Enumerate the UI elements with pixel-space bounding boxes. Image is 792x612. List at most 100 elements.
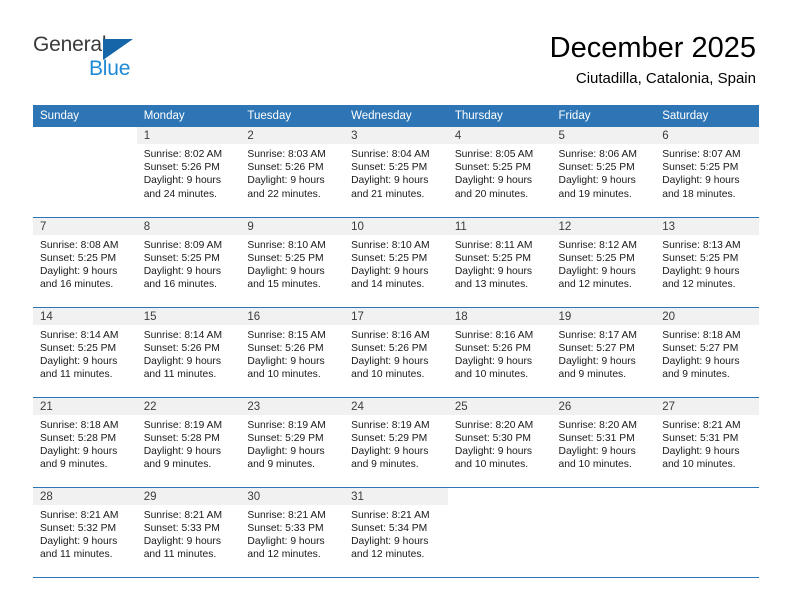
daylight-text-line2: and 20 minutes. bbox=[454, 188, 529, 200]
daylight-text-line1: Daylight: 9 hours bbox=[558, 175, 636, 187]
sunset-text: Sunset: 5:26 PM bbox=[143, 162, 220, 174]
calendar-week-row: 7 Sunrise: 8:08 AM Sunset: 5:25 PM Daylight… bbox=[33, 217, 759, 308]
calendar-day-cell[interactable]: 27 Sunrise: 8:21 AM Sunset: 5:31 PM Dayligh… bbox=[655, 397, 759, 488]
calendar-day-cell[interactable]: 3 Sunrise: 8:04 AM Sunset: 5:25 PM Daylight… bbox=[344, 127, 448, 218]
daylight-text-line2: and 9 minutes. bbox=[247, 459, 315, 471]
calendar-day-cell[interactable]: 17 Sunrise: 8:16 AM Sunset: 5:26 PM Dayligh… bbox=[344, 307, 448, 398]
calendar-day-cell[interactable]: 26 Sunrise: 8:20 AM Sunset: 5:31 PM Dayligh… bbox=[551, 397, 656, 488]
day-number: 11 bbox=[447, 217, 552, 235]
sunset-text: Sunset: 5:25 PM bbox=[662, 252, 739, 264]
calendar-day-cell[interactable]: 13 Sunrise: 8:13 AM Sunset: 5:25 PM Dayligh… bbox=[655, 217, 759, 308]
calendar-day-cell[interactable]: 11 Sunrise: 8:11 AM Sunset: 5:25 PM Dayligh… bbox=[447, 217, 552, 308]
sunset-text: Sunset: 5:28 PM bbox=[143, 432, 220, 444]
day-number: 24 bbox=[344, 397, 448, 415]
calendar-day-cell[interactable]: 25 Sunrise: 8:20 AM Sunset: 5:30 PM Dayligh… bbox=[447, 397, 552, 488]
day-details: Sunrise: 8:05 AM Sunset: 5:25 PM Daylight:… bbox=[448, 144, 552, 201]
calendar-day-cell[interactable]: 19 Sunrise: 8:17 AM Sunset: 5:27 PM Dayligh… bbox=[551, 307, 656, 398]
calendar-day-cell[interactable]: 4 Sunrise: 8:05 AM Sunset: 5:25 PM Daylight… bbox=[447, 127, 552, 218]
calendar-cell-empty bbox=[551, 487, 656, 578]
day-number: 27 bbox=[655, 397, 759, 415]
sunrise-text: Sunrise: 8:15 AM bbox=[247, 329, 326, 341]
sunset-text: Sunset: 5:29 PM bbox=[351, 432, 428, 444]
day-details: Sunrise: 8:12 AM Sunset: 5:25 PM Daylight:… bbox=[552, 235, 656, 292]
sunset-text: Sunset: 5:25 PM bbox=[247, 252, 324, 264]
calendar-day-cell[interactable]: 6 Sunrise: 8:07 AM Sunset: 5:25 PM Daylight… bbox=[655, 127, 759, 218]
calendar-day-cell[interactable]: 12 Sunrise: 8:12 AM Sunset: 5:25 PM Dayligh… bbox=[551, 217, 656, 308]
calendar-week-row: 21 Sunrise: 8:18 AM Sunset: 5:28 PM Dayligh… bbox=[33, 397, 759, 488]
calendar-day-cell[interactable]: 15 Sunrise: 8:14 AM Sunset: 5:26 PM Dayligh… bbox=[136, 307, 241, 398]
day-details: Sunrise: 8:13 AM Sunset: 5:25 PM Daylight:… bbox=[655, 235, 759, 292]
calendar-day-cell[interactable]: 9 Sunrise: 8:10 AM Sunset: 5:25 PM Daylight… bbox=[240, 217, 345, 308]
calendar-day-cell[interactable]: 30 Sunrise: 8:21 AM Sunset: 5:33 PM Dayligh… bbox=[240, 487, 345, 578]
sunrise-text: Sunrise: 8:21 AM bbox=[351, 509, 430, 521]
sunset-text: Sunset: 5:25 PM bbox=[351, 162, 428, 174]
day-details: Sunrise: 8:07 AM Sunset: 5:25 PM Daylight:… bbox=[655, 144, 759, 201]
day-details: Sunrise: 8:16 AM Sunset: 5:26 PM Daylight:… bbox=[344, 325, 448, 382]
calendar-day-cell[interactable]: 5 Sunrise: 8:06 AM Sunset: 5:25 PM Daylight… bbox=[551, 127, 656, 218]
day-details: Sunrise: 8:14 AM Sunset: 5:26 PM Daylight:… bbox=[137, 325, 241, 382]
calendar-day-cell[interactable]: 22 Sunrise: 8:19 AM Sunset: 5:28 PM Dayligh… bbox=[136, 397, 241, 488]
daylight-text-line2: and 11 minutes. bbox=[40, 369, 113, 381]
daylight-text-line1: Daylight: 9 hours bbox=[454, 445, 533, 457]
day-number: 30 bbox=[240, 487, 345, 505]
weekday-header-thursday: Thursday bbox=[447, 105, 552, 127]
calendar-day-cell[interactable]: 8 Sunrise: 8:09 AM Sunset: 5:25 PM Daylight… bbox=[136, 217, 241, 308]
sunset-text: Sunset: 5:31 PM bbox=[558, 432, 635, 444]
daylight-text-line2: and 9 minutes. bbox=[351, 459, 419, 471]
calendar-day-cell[interactable]: 16 Sunrise: 8:15 AM Sunset: 5:26 PM Dayligh… bbox=[240, 307, 345, 398]
day-number: 18 bbox=[447, 307, 552, 325]
calendar-day-cell[interactable]: 10 Sunrise: 8:10 AM Sunset: 5:25 PM Dayligh… bbox=[344, 217, 448, 308]
sunrise-text: Sunrise: 8:09 AM bbox=[143, 239, 223, 251]
calendar-day-cell[interactable]: 14 Sunrise: 8:14 AM Sunset: 5:25 PM Dayligh… bbox=[33, 307, 137, 398]
calendar-day-cell[interactable]: 21 Sunrise: 8:18 AM Sunset: 5:28 PM Dayligh… bbox=[33, 397, 137, 488]
calendar-day-cell[interactable]: 29 Sunrise: 8:21 AM Sunset: 5:33 PM Dayligh… bbox=[136, 487, 241, 578]
day-number: 6 bbox=[655, 127, 759, 144]
sunset-text: Sunset: 5:26 PM bbox=[454, 342, 531, 354]
calendar-day-cell[interactable]: 31 Sunrise: 8:21 AM Sunset: 5:34 PM Dayligh… bbox=[344, 487, 448, 578]
calendar-day-cell[interactable]: 2 Sunrise: 8:03 AM Sunset: 5:26 PM Daylight… bbox=[240, 127, 345, 218]
day-details: Sunrise: 8:09 AM Sunset: 5:25 PM Daylight:… bbox=[137, 235, 241, 292]
daylight-text-line2: and 12 minutes. bbox=[662, 279, 736, 291]
day-details: Sunrise: 8:11 AM Sunset: 5:25 PM Daylight:… bbox=[448, 235, 552, 292]
sunrise-text: Sunrise: 8:19 AM bbox=[247, 419, 326, 431]
logo-text-general: General bbox=[33, 33, 107, 56]
sunrise-text: Sunrise: 8:18 AM bbox=[40, 419, 119, 431]
daylight-text-line2: and 15 minutes. bbox=[247, 279, 321, 291]
day-number: 21 bbox=[33, 397, 137, 415]
calendar-day-cell[interactable]: 7 Sunrise: 8:08 AM Sunset: 5:25 PM Daylight… bbox=[33, 217, 137, 308]
day-details: Sunrise: 8:21 AM Sunset: 5:34 PM Daylight:… bbox=[344, 505, 448, 562]
day-details: Sunrise: 8:20 AM Sunset: 5:31 PM Daylight:… bbox=[552, 415, 656, 472]
sunset-text: Sunset: 5:34 PM bbox=[351, 522, 428, 534]
daylight-text-line2: and 9 minutes. bbox=[143, 459, 212, 471]
sunset-text: Sunset: 5:25 PM bbox=[558, 252, 635, 264]
sunrise-text: Sunrise: 8:05 AM bbox=[454, 149, 534, 160]
calendar-cell-empty bbox=[655, 487, 759, 578]
day-number: 1 bbox=[136, 127, 241, 144]
sunset-text: Sunset: 5:25 PM bbox=[454, 162, 531, 174]
calendar-day-cell[interactable]: 24 Sunrise: 8:19 AM Sunset: 5:29 PM Dayligh… bbox=[344, 397, 448, 488]
sunset-text: Sunset: 5:26 PM bbox=[351, 342, 428, 354]
calendar-day-cell[interactable]: 23 Sunrise: 8:19 AM Sunset: 5:29 PM Dayligh… bbox=[240, 397, 345, 488]
calendar-day-cell[interactable]: 1 Sunrise: 8:02 AM Sunset: 5:26 PM Daylight… bbox=[136, 127, 241, 218]
generalblue-logo[interactable]: General Blue bbox=[33, 33, 173, 81]
daylight-text-line2: and 10 minutes. bbox=[454, 459, 529, 471]
calendar-day-cell[interactable]: 20 Sunrise: 8:18 AM Sunset: 5:27 PM Dayligh… bbox=[655, 307, 759, 398]
day-details: Sunrise: 8:02 AM Sunset: 5:26 PM Daylight:… bbox=[137, 144, 241, 201]
day-details: Sunrise: 8:16 AM Sunset: 5:26 PM Daylight:… bbox=[448, 325, 552, 382]
calendar-day-cell[interactable]: 28 Sunrise: 8:21 AM Sunset: 5:32 PM Dayligh… bbox=[33, 487, 137, 578]
sunrise-text: Sunrise: 8:13 AM bbox=[662, 239, 741, 251]
sunset-text: Sunset: 5:26 PM bbox=[143, 342, 220, 354]
daylight-text-line2: and 10 minutes. bbox=[351, 369, 425, 381]
day-number: 5 bbox=[551, 127, 656, 144]
daylight-text-line1: Daylight: 9 hours bbox=[247, 445, 325, 457]
calendar-week-row: 14 Sunrise: 8:14 AM Sunset: 5:25 PM Dayligh… bbox=[33, 307, 759, 398]
day-number: 8 bbox=[136, 217, 241, 235]
daylight-text-line1: Daylight: 9 hours bbox=[454, 265, 533, 277]
sunrise-text: Sunrise: 8:19 AM bbox=[351, 419, 430, 431]
daylight-text-line1: Daylight: 9 hours bbox=[351, 535, 429, 547]
calendar-day-cell[interactable]: 18 Sunrise: 8:16 AM Sunset: 5:26 PM Dayligh… bbox=[447, 307, 552, 398]
daylight-text-line1: Daylight: 9 hours bbox=[40, 265, 118, 277]
day-details: Sunrise: 8:04 AM Sunset: 5:25 PM Daylight:… bbox=[344, 144, 448, 201]
sunrise-text: Sunrise: 8:07 AM bbox=[662, 149, 741, 160]
calendar-body: 1 Sunrise: 8:02 AM Sunset: 5:26 PM Daylight… bbox=[33, 127, 759, 578]
